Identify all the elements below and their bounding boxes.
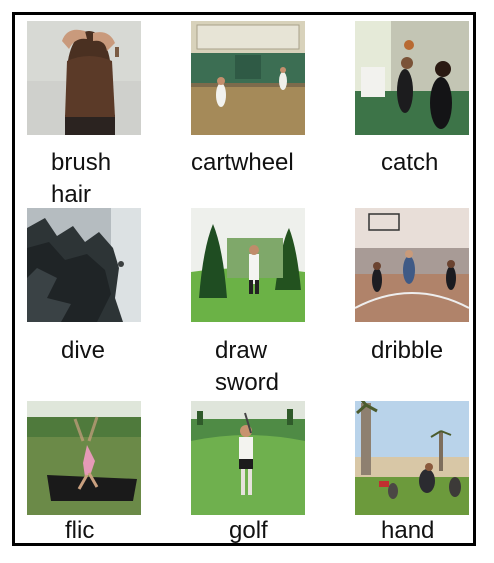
caption-dribble: dribble bbox=[371, 337, 444, 364]
caption-dive: dive bbox=[61, 337, 106, 364]
thumbnail-brush-hair bbox=[27, 21, 141, 135]
hand-image bbox=[355, 401, 469, 515]
flic-image bbox=[27, 401, 141, 515]
thumbnail-catch bbox=[355, 21, 469, 135]
cartwheel-image bbox=[191, 21, 305, 135]
caption-flic: flic bbox=[65, 517, 95, 544]
caption-draw-sword: draw sword bbox=[215, 337, 280, 396]
image-grid-frame: brush hair cartwheel catch dive draw swo… bbox=[12, 12, 476, 546]
thumbnail-flic bbox=[27, 401, 141, 515]
caption-golf: golf bbox=[229, 517, 268, 544]
caption-brush-hair: brush hair bbox=[51, 149, 112, 208]
draw-sword-image bbox=[191, 208, 305, 322]
caption-catch: catch bbox=[381, 149, 439, 176]
caption-cartwheel: cartwheel bbox=[191, 149, 294, 176]
thumbnail-dive bbox=[27, 208, 141, 322]
dribble-image bbox=[355, 208, 469, 322]
catch-image bbox=[355, 21, 469, 135]
brush-hair-image bbox=[27, 21, 141, 135]
thumbnail-draw-sword bbox=[191, 208, 305, 322]
thumbnail-hand bbox=[355, 401, 469, 515]
thumbnail-dribble bbox=[355, 208, 469, 322]
thumbnail-cartwheel bbox=[191, 21, 305, 135]
caption-hand: hand bbox=[381, 517, 435, 544]
dive-image bbox=[27, 208, 141, 322]
golf-image bbox=[191, 401, 305, 515]
thumbnail-golf bbox=[191, 401, 305, 515]
